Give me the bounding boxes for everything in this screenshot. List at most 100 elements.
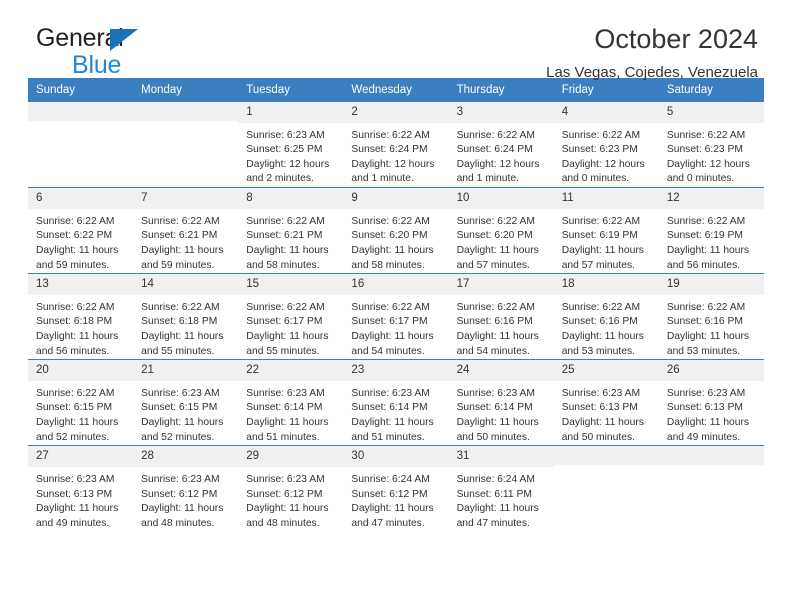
sunset-text: Sunset: 6:25 PM — [246, 144, 323, 156]
calendar-cell-day-20[interactable]: 20 Sunrise: 6:22 AM Sunset: 6:15 PM Dayligh… — [28, 359, 134, 446]
calendar-cell-day-9[interactable]: 9 Sunrise: 6:22 AM Sunset: 6:20 PM Daylight… — [343, 187, 449, 274]
weekday-header-sunday: Sunday — [28, 78, 134, 102]
sunrise-text: Sunrise: 6:24 AM — [456, 473, 535, 485]
calendar-cell-day-23[interactable]: 23 Sunrise: 6:23 AM Sunset: 6:14 PM Dayligh… — [343, 359, 449, 446]
calendar-cell-day-10[interactable]: 10 Sunrise: 6:22 AM Sunset: 6:20 PM Dayligh… — [448, 187, 554, 274]
calendar-cell-day-14[interactable]: 14 Sunrise: 6:22 AM Sunset: 6:18 PM Dayligh… — [133, 273, 239, 360]
day-number — [28, 102, 134, 121]
sunset-text: Sunset: 6:19 PM — [666, 230, 743, 242]
brand-name-bottom: Blue — [72, 51, 122, 79]
sunrise-text: Sunrise: 6:22 AM — [351, 301, 430, 313]
calendar-cell-day-28[interactable]: 28 Sunrise: 6:23 AM Sunset: 6:12 PM Dayligh… — [133, 445, 239, 532]
calendar-cell-day-4[interactable]: 4 Sunrise: 6:22 AM Sunset: 6:23 PM Daylight… — [553, 102, 659, 188]
calendar-cell-day-29[interactable]: 29 Sunrise: 6:23 AM Sunset: 6:12 PM Dayligh… — [238, 445, 344, 532]
daylight-text: Daylight: 12 hours and 0 minutes. — [561, 158, 645, 185]
calendar-table: Sunday Monday Tuesday Wednesday Thursday Frid… — [28, 78, 764, 532]
calendar-cell-day-21[interactable]: 21 Sunrise: 6:23 AM Sunset: 6:15 PM Dayligh… — [133, 359, 239, 446]
sunrise-text: Sunrise: 6:22 AM — [666, 301, 746, 313]
calendar-cell-day-15[interactable]: 15 Sunrise: 6:22 AM Sunset: 6:17 PM Dayligh… — [238, 273, 344, 360]
calendar-cell-empty — [553, 445, 659, 532]
daylight-text: Daylight: 11 hours and 57 minutes. — [561, 244, 644, 271]
calendar-cell-day-12[interactable]: 12 Sunrise: 6:22 AM Sunset: 6:19 PM Dayligh… — [658, 187, 764, 274]
calendar-cell-day-8[interactable]: 8 Sunrise: 6:22 AM Sunset: 6:21 PM Daylight… — [238, 187, 344, 274]
day-number: 2 — [343, 102, 449, 123]
weekday-header-friday: Friday — [553, 78, 659, 102]
calendar-week-row: 20 Sunrise: 6:22 AM Sunset: 6:15 PM Dayligh… — [28, 359, 764, 446]
triangle-logo-icon — [110, 29, 138, 51]
sunrise-text: Sunrise: 6:22 AM — [246, 301, 325, 313]
sunrise-text: Sunrise: 6:23 AM — [456, 387, 535, 399]
sunset-text: Sunset: 6:15 PM — [141, 402, 218, 414]
sunrise-text: Sunrise: 6:22 AM — [351, 215, 430, 227]
calendar-cell-day-27[interactable]: 27 Sunrise: 6:23 AM Sunset: 6:13 PM Dayligh… — [28, 445, 134, 532]
calendar-cell-day-19[interactable]: 19 Sunrise: 6:22 AM Sunset: 6:16 PM Dayligh… — [658, 273, 764, 360]
daylight-text: Daylight: 11 hours and 57 minutes. — [456, 244, 539, 271]
day-number — [553, 446, 659, 466]
sunrise-text: Sunrise: 6:23 AM — [246, 473, 325, 485]
day-number: 21 — [133, 360, 239, 381]
calendar-cell-day-18[interactable]: 18 Sunrise: 6:22 AM Sunset: 6:16 PM Dayligh… — [553, 273, 659, 360]
calendar-cell-day-3[interactable]: 3 Sunrise: 6:22 AM Sunset: 6:24 PM Daylight… — [448, 102, 554, 188]
calendar-cell-day-11[interactable]: 11 Sunrise: 6:22 AM Sunset: 6:19 PM Dayligh… — [553, 187, 659, 274]
calendar-cell-day-6[interactable]: 6 Sunrise: 6:22 AM Sunset: 6:22 PM Daylight… — [28, 187, 134, 274]
day-number: 22 — [238, 360, 344, 381]
daylight-text: Daylight: 11 hours and 53 minutes. — [561, 331, 644, 357]
brand-logo[interactable]: General Blue — [36, 26, 196, 78]
sunset-text: Sunset: 6:21 PM — [141, 230, 218, 242]
calendar-cell-day-7[interactable]: 7 Sunrise: 6:22 AM Sunset: 6:21 PM Daylight… — [133, 187, 239, 274]
day-number: 31 — [448, 446, 554, 467]
calendar-cell-day-24[interactable]: 24 Sunrise: 6:23 AM Sunset: 6:14 PM Dayligh… — [448, 359, 554, 446]
calendar-cell-day-16[interactable]: 16 Sunrise: 6:22 AM Sunset: 6:17 PM Dayligh… — [343, 273, 449, 360]
sunset-text: Sunset: 6:24 PM — [351, 144, 428, 156]
sunset-text: Sunset: 6:18 PM — [141, 316, 218, 328]
day-number: 1 — [238, 102, 344, 123]
calendar-header-row: Sunday Monday Tuesday Wednesday Thursday Frid… — [28, 78, 764, 102]
daylight-text: Daylight: 11 hours and 48 minutes. — [141, 503, 224, 529]
weekday-header-thursday: Thursday — [448, 78, 554, 102]
brand-name-top-wrap: General — [36, 26, 196, 52]
calendar-week-row: 13 Sunrise: 6:22 AM Sunset: 6:18 PM Dayligh… — [28, 273, 764, 360]
daylight-text: Daylight: 11 hours and 53 minutes. — [666, 331, 750, 357]
calendar-cell-day-26[interactable]: 26 Sunrise: 6:23 AM Sunset: 6:13 PM Dayligh… — [658, 359, 764, 446]
daylight-text: Daylight: 12 hours and 0 minutes. — [666, 158, 750, 185]
sunset-text: Sunset: 6:12 PM — [351, 488, 428, 500]
sunrise-text: Sunrise: 6:22 AM — [36, 387, 115, 399]
daylight-text: Daylight: 11 hours and 54 minutes. — [456, 331, 539, 357]
day-number: 11 — [553, 188, 659, 209]
calendar-cell-day-2[interactable]: 2 Sunrise: 6:22 AM Sunset: 6:24 PM Daylight… — [343, 102, 449, 188]
sunrise-text: Sunrise: 6:23 AM — [666, 387, 746, 399]
day-details: Sunrise: 6:22 AM Sunset: 6:24 PM Daylight:… — [449, 123, 554, 187]
calendar-cell-day-13[interactable]: 13 Sunrise: 6:22 AM Sunset: 6:18 PM Dayligh… — [28, 273, 134, 360]
sunset-text: Sunset: 6:14 PM — [456, 402, 533, 414]
sunrise-text: Sunrise: 6:22 AM — [666, 129, 746, 141]
day-number: 20 — [28, 360, 134, 381]
day-number: 16 — [343, 274, 449, 295]
day-details: Sunrise: 6:22 AM Sunset: 6:19 PM Daylight:… — [659, 209, 764, 273]
calendar-week-row: 27 Sunrise: 6:23 AM Sunset: 6:13 PM Dayligh… — [28, 445, 764, 532]
calendar-cell-day-1[interactable]: 1 Sunrise: 6:23 AM Sunset: 6:25 PM Daylight… — [238, 102, 344, 188]
sunset-text: Sunset: 6:16 PM — [561, 316, 638, 328]
sunset-text: Sunset: 6:17 PM — [246, 316, 323, 328]
day-number: 15 — [238, 274, 344, 295]
daylight-text: Daylight: 11 hours and 56 minutes. — [666, 244, 750, 271]
daylight-text: Daylight: 12 hours and 1 minute. — [351, 158, 435, 185]
calendar-cell-day-17[interactable]: 17 Sunrise: 6:22 AM Sunset: 6:16 PM Dayligh… — [448, 273, 554, 360]
calendar-cell-day-5[interactable]: 5 Sunrise: 6:22 AM Sunset: 6:23 PM Daylight… — [658, 102, 764, 188]
day-details: Sunrise: 6:22 AM Sunset: 6:24 PM Daylight:… — [343, 123, 448, 187]
sunrise-text: Sunrise: 6:22 AM — [351, 129, 430, 141]
day-number: 14 — [133, 274, 239, 295]
daylight-text: Daylight: 11 hours and 49 minutes. — [36, 503, 119, 529]
daylight-text: Daylight: 11 hours and 48 minutes. — [246, 503, 329, 529]
calendar-cell-day-31[interactable]: 31 Sunrise: 6:24 AM Sunset: 6:11 PM Dayligh… — [448, 445, 554, 532]
day-number: 30 — [343, 446, 449, 467]
sunrise-text: Sunrise: 6:22 AM — [456, 129, 535, 141]
day-details: Sunrise: 6:22 AM Sunset: 6:18 PM Daylight:… — [28, 295, 133, 359]
daylight-text: Daylight: 12 hours and 2 minutes. — [246, 158, 330, 185]
day-number: 23 — [343, 360, 449, 381]
calendar-cell-day-22[interactable]: 22 Sunrise: 6:23 AM Sunset: 6:14 PM Dayligh… — [238, 359, 344, 446]
calendar-cell-day-25[interactable]: 25 Sunrise: 6:23 AM Sunset: 6:13 PM Dayligh… — [553, 359, 659, 446]
day-details: Sunrise: 6:23 AM Sunset: 6:14 PM Daylight:… — [238, 381, 343, 445]
calendar-page: General Blue October 2024 Las Vegas, Coj… — [0, 0, 792, 612]
calendar-cell-day-30[interactable]: 30 Sunrise: 6:24 AM Sunset: 6:12 PM Dayligh… — [343, 445, 449, 532]
sunrise-text: Sunrise: 6:22 AM — [36, 301, 115, 313]
